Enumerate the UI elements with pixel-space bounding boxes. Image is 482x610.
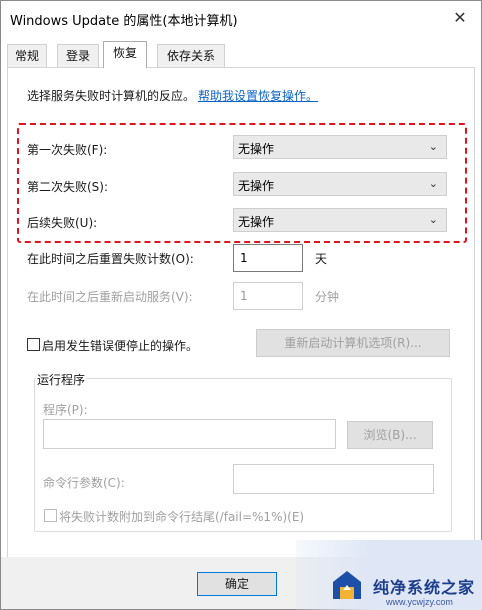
- subsequent-failure-value: 无操作: [238, 215, 275, 229]
- tab-logon[interactable]: 登录: [57, 44, 99, 67]
- second-failure-value: 无操作: [238, 179, 275, 193]
- restart-service-input[interactable]: 1: [233, 282, 303, 310]
- chevron-down-icon: ⌄: [428, 140, 438, 153]
- browse-button[interactable]: 浏览(B)...: [347, 421, 433, 449]
- tab-recovery[interactable]: 恢复: [103, 41, 147, 68]
- append-fail-count-checkbox[interactable]: [44, 509, 57, 522]
- close-icon[interactable]: ✕: [443, 3, 477, 33]
- enable-actions-checkbox[interactable]: [27, 338, 40, 351]
- first-failure-select[interactable]: 无操作 ⌄: [233, 135, 447, 159]
- restart-service-label: 在此时间之后重新启动服务(V):: [27, 290, 193, 304]
- first-failure-value: 无操作: [238, 142, 275, 156]
- ok-button[interactable]: 确定: [197, 572, 277, 596]
- reset-count-label: 在此时间之后重置失败计数(O):: [27, 252, 194, 266]
- properties-dialog: Windows Update 的属性(本地计算机) ✕ 常规 登录 恢复 依存关…: [0, 0, 482, 610]
- subsequent-failure-select[interactable]: 无操作 ⌄: [233, 208, 447, 232]
- reset-count-input[interactable]: 1: [233, 244, 303, 272]
- restart-options-button[interactable]: 重新启动计算机选项(R)...: [256, 329, 450, 357]
- params-label: 命令行参数(C):: [43, 476, 125, 490]
- reset-count-value: 1: [240, 251, 248, 265]
- help-link[interactable]: 帮助我设置恢复操作。: [198, 87, 318, 104]
- first-failure-label: 第一次失败(F):: [27, 143, 108, 157]
- chevron-down-icon: ⌄: [428, 177, 438, 190]
- recovery-intro: 选择服务失败时计算机的反应。: [27, 89, 196, 103]
- tab-general[interactable]: 常规: [7, 44, 47, 67]
- watermark-logo-icon: [333, 571, 361, 599]
- program-input[interactable]: [43, 419, 336, 449]
- program-label: 程序(P):: [43, 403, 88, 417]
- chevron-down-icon: ⌄: [428, 213, 438, 226]
- title-bar: Windows Update 的属性(本地计算机) ✕: [1, 1, 481, 35]
- restart-service-value: 1: [240, 289, 248, 303]
- watermark-url: www.ycwjzy.com: [386, 597, 453, 607]
- params-input[interactable]: [233, 464, 434, 494]
- restart-service-unit: 分钟: [315, 290, 340, 304]
- second-failure-label: 第二次失败(S):: [27, 180, 109, 194]
- watermark-brand: 纯净系统之家: [373, 578, 476, 597]
- reset-count-unit: 天: [315, 252, 328, 266]
- append-fail-count-label: 将失败计数附加到命令行结尾(/fail=%1%)(E): [59, 510, 305, 524]
- tab-dependencies[interactable]: 依存关系: [157, 44, 225, 67]
- run-program-title: 运行程序: [36, 371, 87, 388]
- subsequent-failure-label: 后续失败(U):: [27, 216, 98, 230]
- enable-actions-label: 启用发生错误便停止的操作。: [42, 339, 199, 353]
- window-title: Windows Update 的属性(本地计算机): [10, 14, 238, 29]
- second-failure-select[interactable]: 无操作 ⌄: [233, 172, 447, 196]
